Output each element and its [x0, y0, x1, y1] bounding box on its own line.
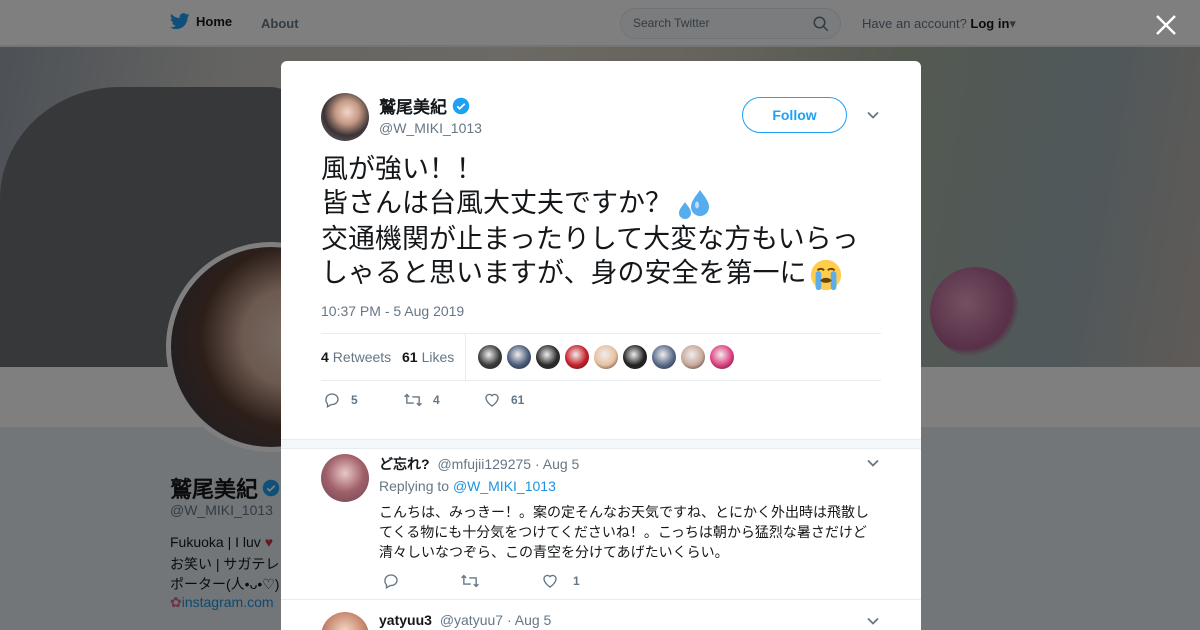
liker-avatar[interactable] — [478, 345, 502, 369]
stats-divider — [465, 334, 466, 381]
reply-count: 5 — [351, 393, 358, 407]
reply-action[interactable]: 5 — [323, 391, 358, 409]
tweet-text-line: 風が強い！！ — [321, 154, 483, 184]
like-action[interactable]: 61 — [483, 391, 524, 409]
replying-to: Replying to @W_MIKI_1013 — [379, 478, 556, 494]
author-handle[interactable]: @W_MIKI_1013 — [379, 120, 482, 136]
chevron-down-icon[interactable] — [866, 108, 880, 122]
reply-author-handle[interactable]: @yatyuu7 — [440, 612, 503, 628]
liker-avatar[interactable] — [565, 345, 589, 369]
chevron-down-icon[interactable] — [866, 456, 880, 470]
replying-to-prefix: Replying to — [379, 478, 450, 494]
retweet-count: 4 — [433, 393, 440, 407]
retweet-action[interactable]: 4 — [403, 391, 440, 409]
author-avatar[interactable] — [321, 93, 369, 141]
chevron-down-icon[interactable] — [866, 614, 880, 628]
reply-author-handle[interactable]: @mfujii129275 — [437, 456, 531, 472]
reply-action[interactable] — [382, 572, 414, 590]
reply-date[interactable]: · Aug 5 — [535, 456, 579, 472]
sweat-droplets-emoji-icon — [679, 189, 709, 219]
reply-avatar[interactable] — [321, 612, 369, 630]
like-count: 1 — [573, 574, 580, 588]
tweet-actions: 5 4 61 — [321, 391, 621, 415]
tweet-text-segment: しゃると思いますが、身の安全を第一に — [321, 257, 807, 288]
liker-avatar[interactable] — [507, 345, 531, 369]
replies-separator — [281, 439, 921, 449]
loudly-crying-face-emoji-icon — [811, 259, 842, 290]
like-count: 61 — [511, 393, 525, 407]
likes-label: Likes — [421, 349, 455, 365]
follow-button[interactable]: Follow — [742, 97, 847, 133]
author-name[interactable]: 鷲尾美紀 — [379, 93, 470, 118]
tweet-text-segment: 皆さんは台風大丈夫ですか？ — [321, 188, 672, 218]
liker-avatar[interactable] — [536, 345, 560, 369]
heart-icon[interactable] — [483, 391, 501, 409]
reply-author-name[interactable]: yatyuu3 — [379, 612, 432, 628]
reply-author-name[interactable]: ど忘れ? — [379, 456, 430, 472]
tweet-text-line: 皆さんは台風大丈夫ですか？ — [321, 186, 891, 222]
liker-avatars — [478, 345, 739, 369]
liker-avatar[interactable] — [710, 345, 734, 369]
reply-divider — [281, 599, 921, 600]
retweets-count: 4 — [321, 349, 329, 365]
reply-header: yatyuu3 @yatyuu7 · Aug 5 — [379, 612, 551, 628]
reply-date[interactable]: · Aug 5 — [507, 612, 551, 628]
tweet-timestamp[interactable]: 10:37 PM - 5 Aug 2019 — [321, 303, 464, 319]
liker-avatar[interactable] — [594, 345, 618, 369]
liker-avatar[interactable] — [681, 345, 705, 369]
reply-header: ど忘れ? @mfujii129275 · Aug 5 — [379, 454, 579, 474]
reply-icon[interactable] — [382, 572, 400, 590]
reply-text: こんちは、みっきー！。案の定そんなお天気ですね、とにかく外出時は飛散してくる物に… — [379, 504, 869, 560]
reply-item[interactable]: ど忘れ? @mfujii129275 · Aug 5 Replying to @… — [281, 454, 921, 599]
reply-icon[interactable] — [323, 391, 341, 409]
like-action[interactable]: 1 — [541, 572, 580, 590]
tweet-text-line: しゃると思いますが、身の安全を第一に — [321, 256, 891, 292]
tweet-stats: 4 Retweets 61 Likes — [321, 333, 881, 381]
retweet-icon[interactable] — [460, 572, 480, 590]
reply-actions: 1 — [382, 572, 682, 592]
close-icon[interactable] — [1153, 12, 1179, 38]
tweet-text: 風が強い！！ 皆さんは台風大丈夫ですか？ 交通機関が止まったりして大変な方もいら… — [321, 152, 891, 292]
liker-avatar[interactable] — [623, 345, 647, 369]
retweet-action[interactable] — [460, 572, 494, 590]
retweets-stat[interactable]: 4 Retweets — [321, 349, 391, 365]
reply-item[interactable]: yatyuu3 @yatyuu7 · Aug 5 — [281, 612, 921, 630]
retweets-label: Retweets — [332, 349, 392, 365]
verified-badge-icon — [452, 97, 470, 114]
tweet-text-line: 交通機関が止まったりして大変な方もいらっ — [321, 223, 859, 254]
likes-count: 61 — [402, 349, 418, 365]
replying-to-link[interactable]: @W_MIKI_1013 — [453, 478, 556, 494]
author-name-text[interactable]: 鷲尾美紀 — [379, 93, 447, 118]
likes-stat[interactable]: 61 Likes — [402, 349, 454, 365]
tweet-modal: 鷲尾美紀 @W_MIKI_1013 Follow 風が強い！！ 皆さんは台風大丈… — [281, 61, 921, 630]
retweet-icon[interactable] — [403, 391, 423, 409]
liker-avatar[interactable] — [652, 345, 676, 369]
heart-icon[interactable] — [541, 572, 559, 590]
reply-avatar[interactable] — [321, 454, 369, 502]
